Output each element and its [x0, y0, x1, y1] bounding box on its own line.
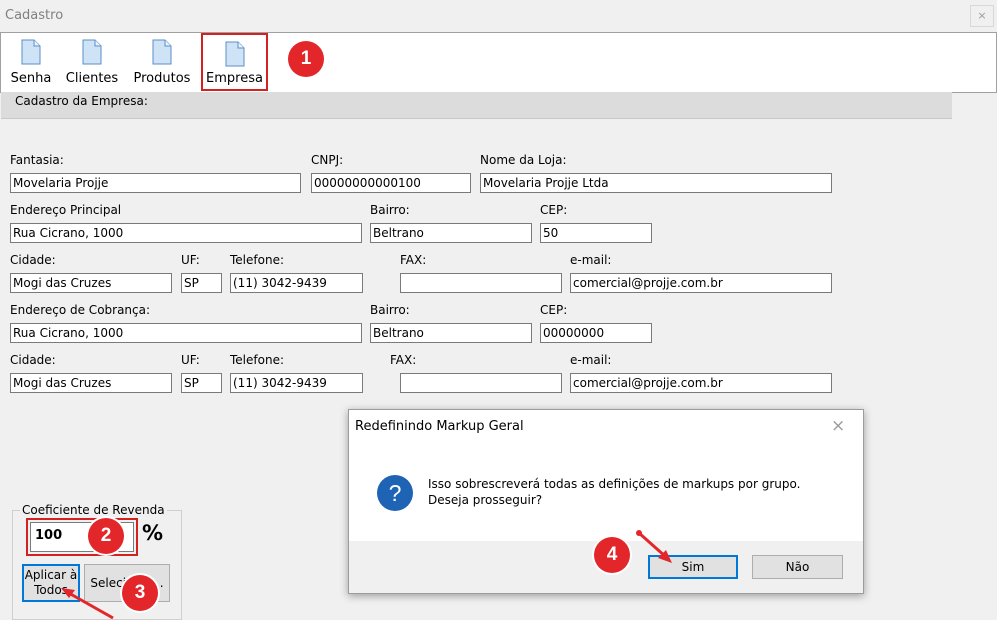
fax-field[interactable]	[400, 273, 562, 293]
toolbar-empresa-label: Empresa	[206, 71, 263, 86]
section-title: Cadastro da Empresa:	[15, 94, 148, 108]
toolbar-clientes-button[interactable]: Clientes	[64, 37, 120, 87]
toolbar-empresa-button[interactable]: Empresa	[201, 33, 268, 91]
window-title: Cadastro	[5, 8, 64, 23]
annotation-badge-1: 1	[288, 41, 324, 77]
email-cobranca-field[interactable]: comercial@projje.com.br	[570, 373, 832, 393]
email-cobranca-label: e-mail:	[570, 353, 612, 367]
nome-loja-field[interactable]: Movelaria Projje Ltda	[480, 173, 832, 193]
toolbar: Senha Clientes Produtos Empresa 1	[0, 32, 997, 93]
fax-label: FAX:	[400, 253, 427, 267]
bairro-cobranca-label: Bairro:	[370, 303, 410, 317]
cnpj-label: CNPJ:	[311, 153, 344, 167]
annotation-arrow-4	[636, 530, 672, 563]
toolbar-senha-button[interactable]: Senha	[8, 37, 54, 87]
document-icon	[225, 41, 245, 67]
toolbar-produtos-label: Produtos	[133, 71, 191, 86]
cep-label: CEP:	[540, 203, 568, 217]
bairro-label: Bairro:	[370, 203, 410, 217]
toolbar-senha-label: Senha	[10, 71, 52, 86]
cep-cobranca-field[interactable]: 00000000	[540, 323, 652, 343]
document-icon	[82, 39, 102, 65]
telefone-label: Telefone:	[230, 253, 284, 267]
telefone-cobranca-label: Telefone:	[230, 353, 284, 367]
annotation-arrow-3	[61, 588, 114, 620]
dialog-nao-button[interactable]: Não	[752, 555, 843, 579]
cep-field[interactable]: 50	[540, 223, 652, 243]
bairro-cobranca-field[interactable]: Beltrano	[370, 323, 532, 343]
telefone-field[interactable]: (11) 3042-9439	[230, 273, 363, 293]
cidade-cobranca-field[interactable]: Mogi das Cruzes	[10, 373, 172, 393]
endereco-cobranca-field[interactable]: Rua Cicrano, 1000	[10, 323, 362, 343]
annotation-badge-2: 2	[88, 518, 124, 554]
document-icon	[21, 39, 41, 65]
email-label: e-mail:	[570, 253, 612, 267]
fantasia-label: Fantasia:	[10, 153, 64, 167]
toolbar-produtos-button[interactable]: Produtos	[130, 37, 194, 87]
question-icon: ?	[377, 475, 413, 511]
uf-cobranca-field[interactable]: SP	[181, 373, 222, 393]
coeficiente-group-title: Coeficiente de Revenda	[20, 503, 167, 517]
bairro-field[interactable]: Beltrano	[370, 223, 532, 243]
toolbar-clientes-label: Clientes	[65, 71, 119, 86]
uf-label: UF:	[181, 253, 200, 267]
annotation-badge-3: 3	[122, 575, 158, 611]
window-titlebar: Cadastro ×	[0, 0, 997, 32]
dialog-message-line2: Deseja prosseguir?	[428, 493, 543, 507]
uf-cobranca-label: UF:	[181, 353, 200, 367]
dialog-message-line1: Isso sobrescreverá todas as definições d…	[428, 477, 801, 491]
cidade-label: Cidade:	[10, 253, 56, 267]
cnpj-field[interactable]: 00000000000100	[311, 173, 471, 193]
endereco-cobranca-label: Endereço de Cobrança:	[10, 303, 151, 317]
fax-cobranca-field[interactable]	[400, 373, 562, 393]
nome-loja-label: Nome da Loja:	[480, 153, 567, 167]
fax-cobranca-label: FAX:	[390, 353, 417, 367]
telefone-cobranca-field[interactable]: (11) 3042-9439	[230, 373, 363, 393]
percent-label: %	[142, 521, 164, 545]
email-field[interactable]: comercial@projje.com.br	[570, 273, 832, 293]
annotation-badge-4: 4	[594, 537, 630, 573]
document-icon	[152, 39, 172, 65]
cep-cobranca-label: CEP:	[540, 303, 568, 317]
endereco-principal-label: Endereço Principal	[10, 203, 122, 217]
dialog-title: Redefinindo Markup Geral	[355, 419, 524, 434]
endereco-principal-field[interactable]: Rua Cicrano, 1000	[10, 223, 362, 243]
section-header: Cadastro da Empresa:	[1, 92, 952, 119]
cidade-cobranca-label: Cidade:	[10, 353, 56, 367]
cidade-field[interactable]: Mogi das Cruzes	[10, 273, 172, 293]
uf-field[interactable]: SP	[181, 273, 222, 293]
fantasia-field[interactable]: Movelaria Projje	[10, 173, 301, 193]
dialog-close-button[interactable]: ×	[831, 416, 845, 436]
window-close-button[interactable]: ×	[970, 5, 994, 27]
